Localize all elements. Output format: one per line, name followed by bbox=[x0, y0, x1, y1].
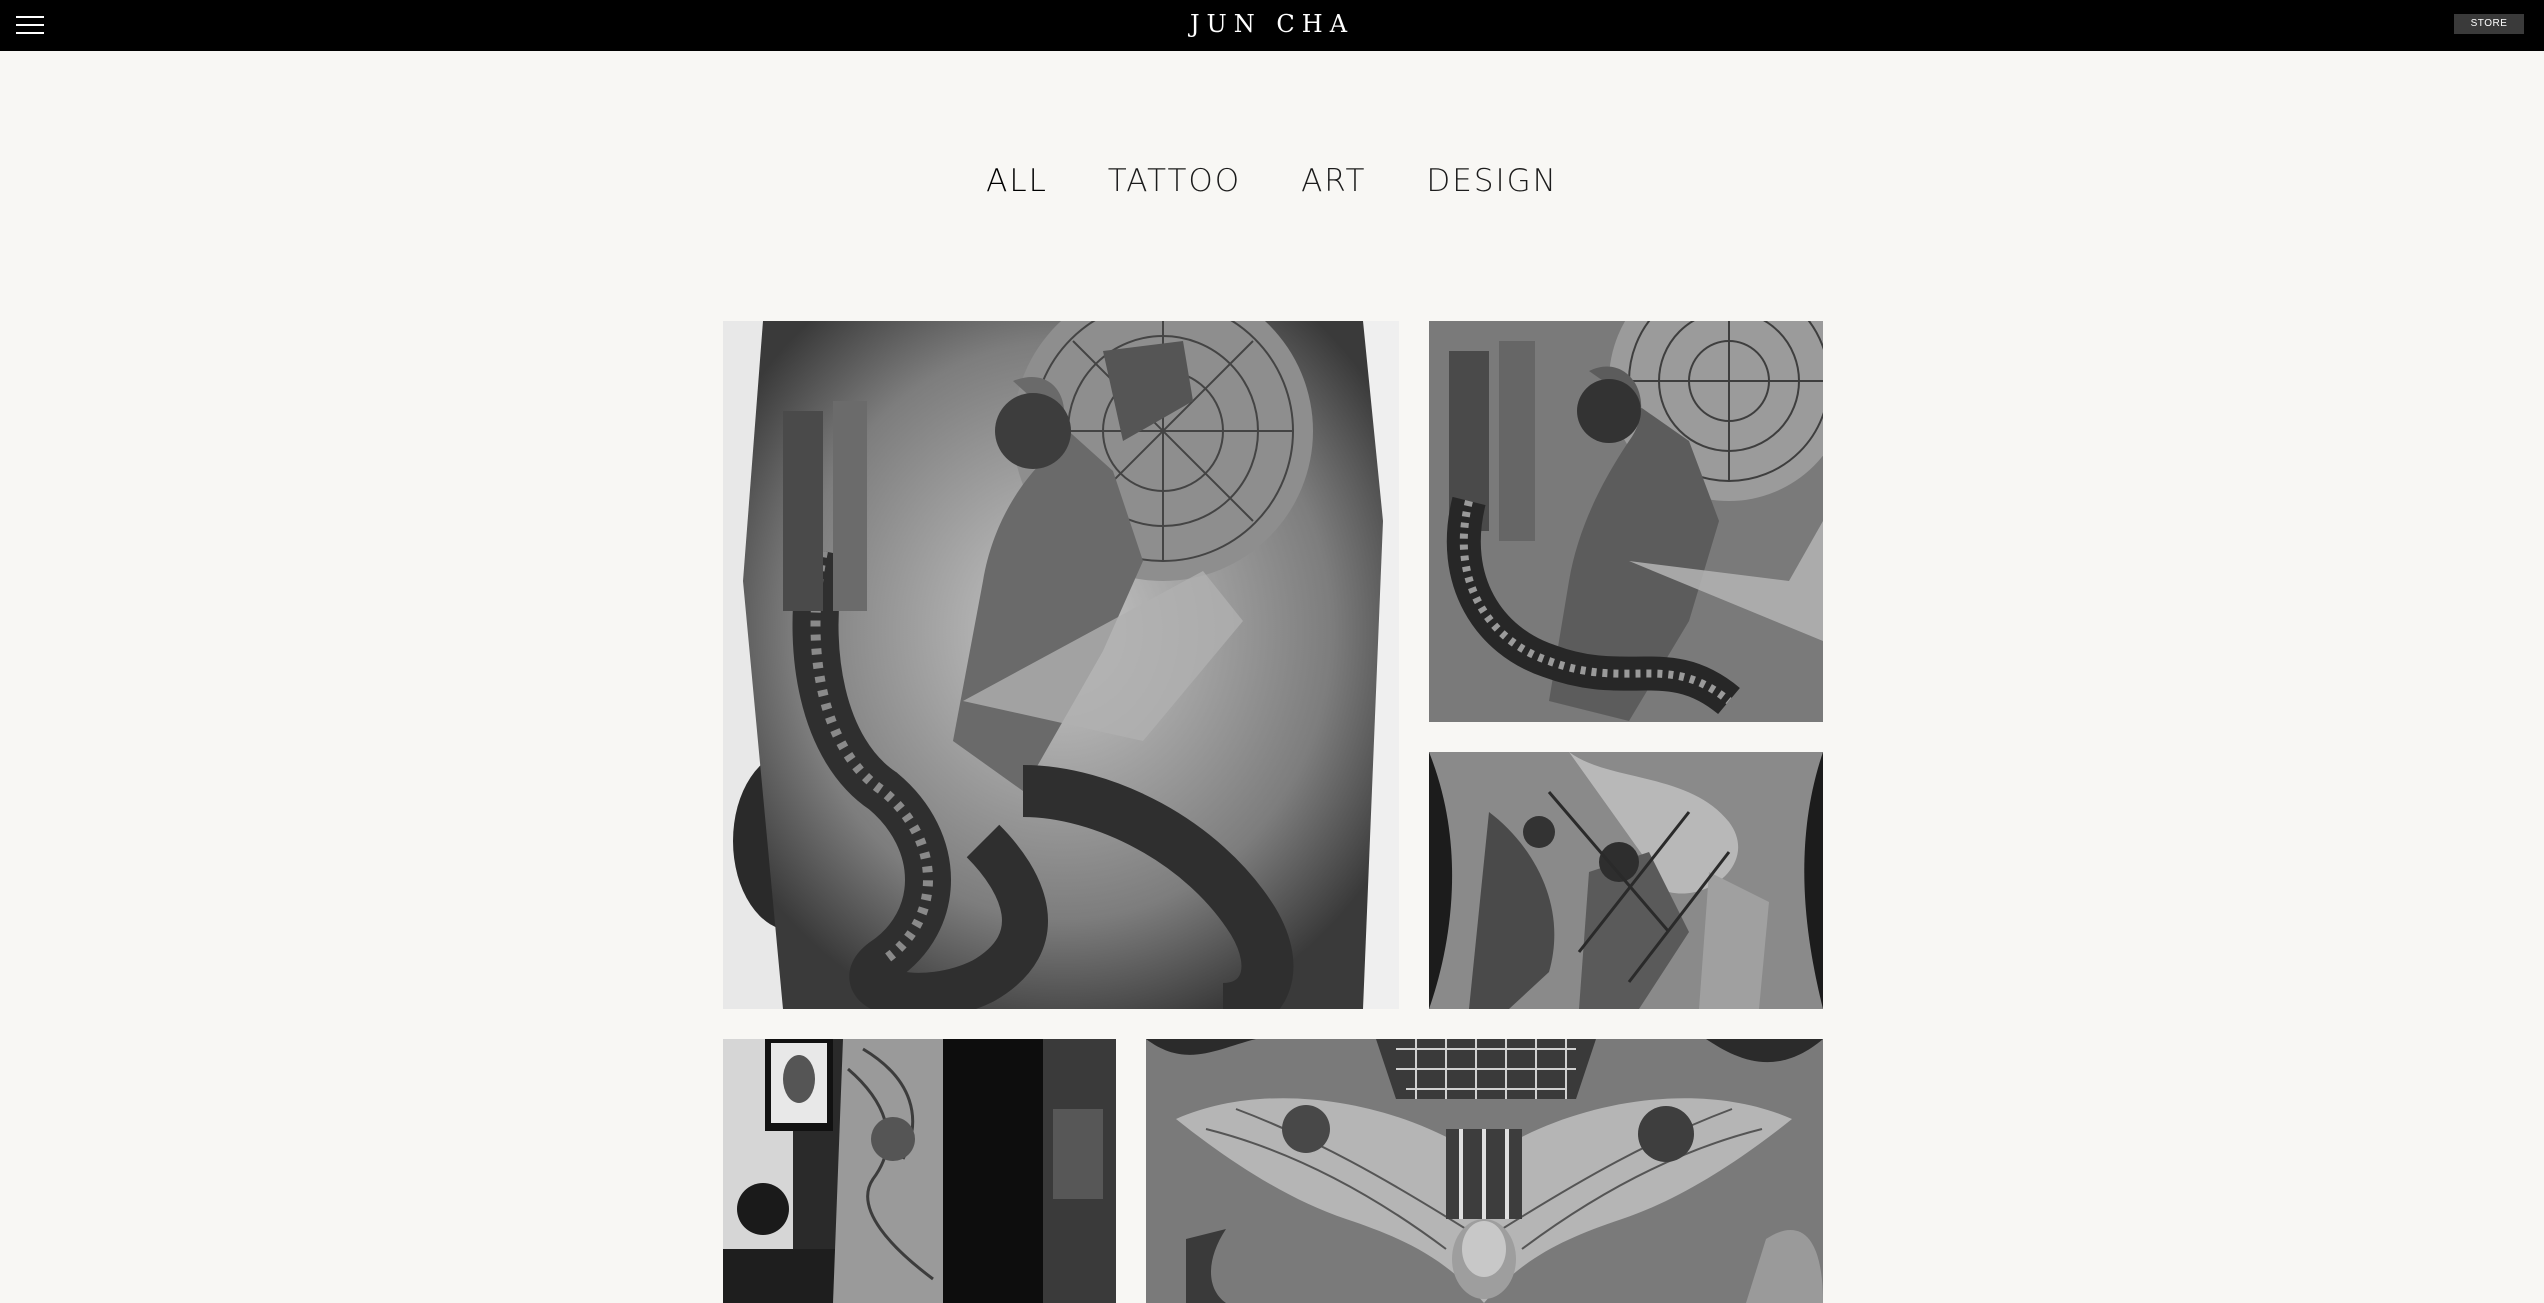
filter-tab-art[interactable]: ART bbox=[1301, 163, 1366, 199]
filter-tab-all[interactable]: ALL bbox=[986, 163, 1048, 199]
tattoo-photo bbox=[1146, 1039, 1823, 1303]
tattoo-photo bbox=[1429, 752, 1823, 1009]
filter-tab-design[interactable]: DESIGN bbox=[1426, 163, 1558, 199]
gallery-tile-back-piece-detail[interactable] bbox=[1429, 321, 1823, 722]
site-logo[interactable]: JUN CHA bbox=[0, 10, 2544, 38]
tattoo-photo bbox=[723, 321, 1399, 1009]
filter-tab-tattoo[interactable]: TATTOO bbox=[1108, 163, 1241, 199]
top-bar: JUN CHA STORE bbox=[0, 0, 2544, 51]
gallery-tile-battle-scene[interactable] bbox=[1429, 752, 1823, 1009]
gallery-tile-chest-angel[interactable] bbox=[1146, 1039, 1823, 1303]
store-button[interactable]: STORE bbox=[2454, 14, 2524, 34]
gallery-tile-sleeve[interactable] bbox=[723, 1039, 1116, 1303]
category-filter-nav: ALL TATTOO ART DESIGN bbox=[0, 163, 2544, 199]
tattoo-photo bbox=[723, 1039, 1116, 1303]
tattoo-photo bbox=[1429, 321, 1823, 722]
gallery-tile-back-piece[interactable] bbox=[723, 321, 1399, 1009]
